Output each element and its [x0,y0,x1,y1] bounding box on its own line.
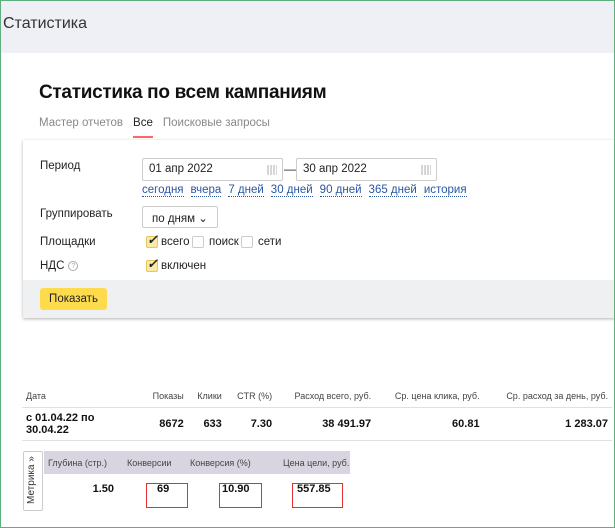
tabs: Мастер отчетов Все Поисковые запросы [39,117,270,138]
date-from-input[interactable]: 01 апр 2022 [142,158,283,181]
platforms-options: всего поиск сети [142,232,442,250]
platforms-label: Площадки [40,236,96,248]
period-label: Период [40,160,81,172]
link-365-days[interactable]: 365 дней [368,184,417,197]
checkbox-search[interactable] [192,236,204,248]
vat-option: включен [142,256,442,274]
cell-daily-spend: 1 283.07 [483,407,612,441]
link-90-days[interactable]: 90 дней [319,184,362,197]
tab-all[interactable]: Все [133,117,153,138]
column-header[interactable]: Ср. цена клика, руб. [375,385,484,408]
show-button[interactable]: Показать [40,288,107,310]
column-header[interactable]: Конверсии [127,458,171,468]
link-today[interactable]: сегодня [142,184,184,197]
vat-label: НДС? [40,260,79,272]
metrika-depth: 1.50 [92,483,114,495]
help-icon[interactable]: ? [68,261,79,271]
filter-panel: Период 01 апр 2022 — 30 апр 2022 сегодня… [23,140,615,318]
column-header[interactable]: CTR (%) [225,385,277,408]
date-to-input[interactable]: 30 апр 2022 [296,158,437,181]
link-30-days[interactable]: 30 дней [270,184,313,197]
date-to-value: 30 апр 2022 [303,163,367,175]
link-history[interactable]: история [423,184,467,197]
column-header[interactable]: Показы [142,385,188,408]
checkbox-vat-label: включен [161,260,207,272]
cell-spend: 38 491.97 [276,407,376,441]
checkbox-all[interactable] [146,232,158,248]
checkbox-vat[interactable] [146,256,158,272]
link-yesterday[interactable]: вчера [190,184,222,197]
column-header[interactable]: Цена цели, руб. [283,458,349,468]
checkbox-all-label: всего [161,236,190,248]
metrika-toggle[interactable]: Метрика » [23,451,43,511]
group-value: по дням [152,213,196,225]
header-title: Статистика [3,15,88,32]
column-header[interactable]: Конверсия (%) [190,458,251,468]
chevron-down-icon: ⌄ [198,213,208,225]
table-row: с 01.04.22 по 30.04.22 8672 633 7.30 38 … [22,407,612,441]
checkbox-networks-label: сети [258,236,282,248]
group-label: Группировать [40,208,113,220]
quick-period-links: сегодня вчера 7 дней 30 дней 90 дней 365… [142,184,467,197]
tab-report-master[interactable]: Мастер отчетов [39,117,123,129]
cell-ctr: 7.30 [225,407,277,441]
table-header: Дата Показы Клики CTR (%) Расход всего, … [22,385,612,408]
highlight-box [292,483,343,508]
cell-impressions: 8672 [142,407,188,441]
column-header[interactable]: Ср. расход за день, руб. [483,385,612,408]
calendar-icon[interactable] [421,165,431,175]
cell-clicks: 633 [187,407,226,441]
column-header[interactable]: Глубина (стр.) [48,458,107,468]
checkbox-networks[interactable] [241,236,253,248]
date-separator: — [284,162,296,176]
calendar-icon[interactable] [267,165,277,175]
column-header[interactable]: Дата [22,385,142,408]
panel-footer: Показать [23,280,615,318]
highlight-box [219,483,262,508]
vat-label-text: НДС [40,260,65,272]
metrika-tab-label: Метрика » [26,456,37,504]
column-header[interactable]: Клики [187,385,226,408]
metrika-header: Глубина (стр.) Конверсии Конверсия (%) Ц… [44,451,350,474]
checkbox-search-label: поиск [209,236,239,248]
date-from-value: 01 апр 2022 [149,163,213,175]
page-title: Статистика по всем кампаниям [39,82,327,103]
link-7-days[interactable]: 7 дней [228,184,264,197]
top-bar: Статистика [0,0,615,53]
cell-cpc: 60.81 [375,407,484,441]
stats-table: Дата Показы Клики CTR (%) Расход всего, … [22,385,612,441]
highlight-box [146,483,188,508]
cell-date: с 01.04.22 по 30.04.22 [22,407,142,441]
tab-search-queries[interactable]: Поисковые запросы [163,117,270,129]
column-header[interactable]: Расход всего, руб. [276,385,376,408]
group-select[interactable]: по дням ⌄ [142,206,218,228]
